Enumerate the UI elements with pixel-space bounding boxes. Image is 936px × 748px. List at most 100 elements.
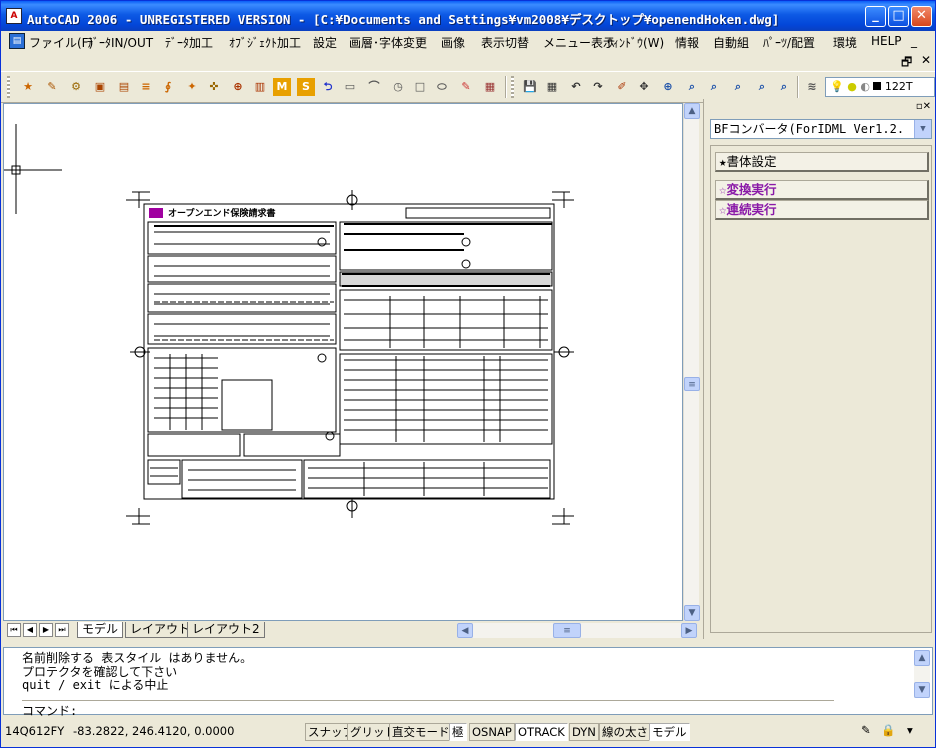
- menu-data-inout[interactable]: ﾃﾞｰﾀIN/OUT: [87, 34, 153, 51]
- layer-dropdown[interactable]: 💡 ● ◐ 122T: [825, 77, 935, 97]
- polar-toggle[interactable]: 極: [449, 723, 467, 741]
- menu-image[interactable]: 画像: [441, 34, 465, 51]
- comm-center-icon[interactable]: ✎: [861, 723, 871, 737]
- last-tab-icon[interactable]: ⏭: [55, 623, 69, 637]
- scroll-right-icon[interactable]: ▶: [681, 623, 697, 638]
- batch-run-button[interactable]: ☆連続実行: [715, 200, 929, 220]
- tool-cross-icon[interactable]: ✜: [205, 78, 223, 96]
- drawing-canvas[interactable]: オープンエンド保険請求書: [3, 103, 683, 621]
- convert-run-button[interactable]: ☆変換実行: [715, 180, 929, 200]
- scroll-left-icon[interactable]: ◀: [457, 623, 473, 638]
- coordinate-readout[interactable]: -83.2822, 246.4120, 0.0000: [73, 724, 234, 738]
- tool-target-icon[interactable]: ⊕: [229, 78, 247, 96]
- tool-hatch-icon[interactable]: ▦: [481, 78, 499, 96]
- menu-env[interactable]: 環境: [833, 34, 857, 51]
- tool-table-icon[interactable]: ▤: [115, 78, 133, 96]
- mdi-controls: 🗗 ✕: [1, 51, 935, 71]
- command-window[interactable]: 名前削除する 表スタイル はありません。 プロテクタを確認して下さい quit …: [3, 647, 933, 718]
- panel-close-icon[interactable]: ▫✕: [916, 101, 931, 112]
- menu-object-edit[interactable]: ｵﾌﾞｼﾞｪｸﾄ加工: [229, 34, 301, 51]
- zoom-all-icon[interactable]: ⌕: [753, 78, 771, 96]
- menu-view-switch[interactable]: 表示切替: [481, 34, 529, 51]
- command-prompt[interactable]: コマンド:: [22, 700, 834, 719]
- tool-sparkle-icon[interactable]: ✦: [183, 78, 201, 96]
- menu-window[interactable]: ｳｨﾝﾄﾞｳ(W): [607, 34, 664, 51]
- tool-frame-icon[interactable]: ▣: [91, 78, 109, 96]
- menu-layer-font[interactable]: 画層･字体変更: [349, 34, 427, 51]
- ortho-toggle[interactable]: 直交モード: [389, 723, 453, 741]
- tool-arrow-icon[interactable]: ⮌: [319, 78, 337, 96]
- tool-m-icon[interactable]: M: [273, 78, 291, 96]
- title-bar[interactable]: A AutoCAD 2006 - UNREGISTERED VERSION - …: [1, 1, 935, 31]
- close-button[interactable]: ✕: [911, 6, 932, 27]
- scroll-up-icon[interactable]: ▲: [684, 103, 700, 119]
- drawing-vertical-scrollbar[interactable]: ▲ ≡ ▼: [683, 103, 700, 621]
- model-toggle[interactable]: モデル: [649, 723, 690, 741]
- scroll-down-icon[interactable]: ▼: [684, 605, 700, 621]
- minimize-button[interactable]: _: [865, 6, 886, 27]
- pan-icon[interactable]: ✥: [635, 78, 653, 96]
- tool-ellipse-icon[interactable]: ⬭: [433, 78, 451, 96]
- drawing-horizontal-scrollbar[interactable]: ◀ ≡ ▶: [457, 623, 697, 638]
- zoom-window-icon[interactable]: ⌕: [683, 78, 701, 96]
- zoom-realtime-icon[interactable]: ⊕: [659, 78, 677, 96]
- otrack-toggle[interactable]: OTRACK: [515, 723, 568, 741]
- prev-tab-icon[interactable]: ◀: [23, 623, 37, 637]
- first-tab-icon[interactable]: ⏮: [7, 623, 21, 637]
- tool-lines-icon[interactable]: ≡: [137, 78, 155, 96]
- menu-info[interactable]: 情報: [675, 34, 699, 51]
- menu-auto[interactable]: 自動組: [713, 34, 749, 51]
- cmd-scroll-up-icon[interactable]: ▲: [914, 650, 930, 666]
- chevron-down-icon[interactable]: ▼: [914, 120, 931, 138]
- osnap-toggle[interactable]: OSNAP: [469, 723, 515, 741]
- zoom-in-icon[interactable]: ⌕: [775, 78, 793, 96]
- next-tab-icon[interactable]: ▶: [39, 623, 53, 637]
- lineweight-toggle[interactable]: 線の太さ: [599, 723, 651, 741]
- tool-s-icon[interactable]: S: [297, 78, 315, 96]
- match-properties-icon[interactable]: ✐: [613, 78, 631, 96]
- mdi-minimize-button[interactable]: _: [911, 34, 917, 48]
- tab-model[interactable]: モデル: [77, 622, 124, 638]
- command-history: 名前削除する 表スタイル はありません。 プロテクタを確認して下さい quit …: [22, 651, 902, 693]
- tool-curve-icon[interactable]: ∮: [159, 78, 177, 96]
- tool-rectangle-icon[interactable]: ▭: [341, 78, 359, 96]
- converter-dropdown[interactable]: BFコンバータ(ForIDML Ver1.2. ▼: [710, 119, 932, 139]
- save-icon[interactable]: 💾: [521, 78, 539, 96]
- tool-star-icon[interactable]: ★: [19, 78, 37, 96]
- toolbar-grip[interactable]: [7, 76, 10, 98]
- undo-icon[interactable]: ↶: [567, 78, 585, 96]
- document-icon[interactable]: ▤: [9, 33, 25, 49]
- autocad-app-icon[interactable]: A: [6, 8, 22, 24]
- dyn-toggle[interactable]: DYN: [569, 723, 599, 741]
- cmd-scroll-down-icon[interactable]: ▼: [914, 682, 930, 698]
- tool-box-icon[interactable]: □: [411, 78, 429, 96]
- tool-clock-icon[interactable]: ◷: [389, 78, 407, 96]
- menu-menu-display[interactable]: メニュー表示: [543, 34, 615, 51]
- maximize-button[interactable]: □: [888, 6, 909, 27]
- menu-parts[interactable]: ﾊﾟｰﾂ/配置: [763, 34, 815, 51]
- tool-arc-icon[interactable]: ⌒: [365, 78, 383, 96]
- font-settings-button[interactable]: ★書体設定: [715, 152, 929, 172]
- hscroll-thumb[interactable]: ≡: [553, 623, 581, 638]
- scroll-thumb[interactable]: ≡: [684, 377, 700, 391]
- command-scrollbar[interactable]: ▲ ▼: [914, 650, 930, 698]
- layers-icon[interactable]: ≋: [803, 78, 821, 96]
- toolbar-grip-2[interactable]: [511, 76, 514, 98]
- tool-gear-icon[interactable]: ⚙: [67, 78, 85, 96]
- menu-file[interactable]: ファイル(F): [29, 34, 93, 51]
- bf-converter-panel: ▫✕ BFコンバータ(ForIDML Ver1.2. ▼ ★書体設定 ☆変換実行…: [703, 99, 935, 639]
- tool-grid-icon[interactable]: ▥: [251, 78, 269, 96]
- menu-settings[interactable]: 設定: [313, 34, 337, 51]
- zoom-extents-icon[interactable]: ⌕: [729, 78, 747, 96]
- tool-pencil-icon[interactable]: ✎: [457, 78, 475, 96]
- menu-data-edit[interactable]: ﾃﾞｰﾀ加工: [165, 34, 213, 51]
- redo-icon[interactable]: ↷: [589, 78, 607, 96]
- zoom-previous-icon[interactable]: ⌕: [705, 78, 723, 96]
- calculator-icon[interactable]: ▦: [543, 78, 561, 96]
- lock-icon[interactable]: 🔒: [881, 723, 895, 737]
- menu-help[interactable]: HELP: [871, 34, 902, 48]
- tab-layout2[interactable]: レイアウト2: [187, 622, 265, 638]
- mdi-close-button[interactable]: ✕: [921, 53, 931, 67]
- tool-pen-icon[interactable]: ✎: [43, 78, 61, 96]
- status-menu-icon[interactable]: ▾: [907, 723, 913, 737]
